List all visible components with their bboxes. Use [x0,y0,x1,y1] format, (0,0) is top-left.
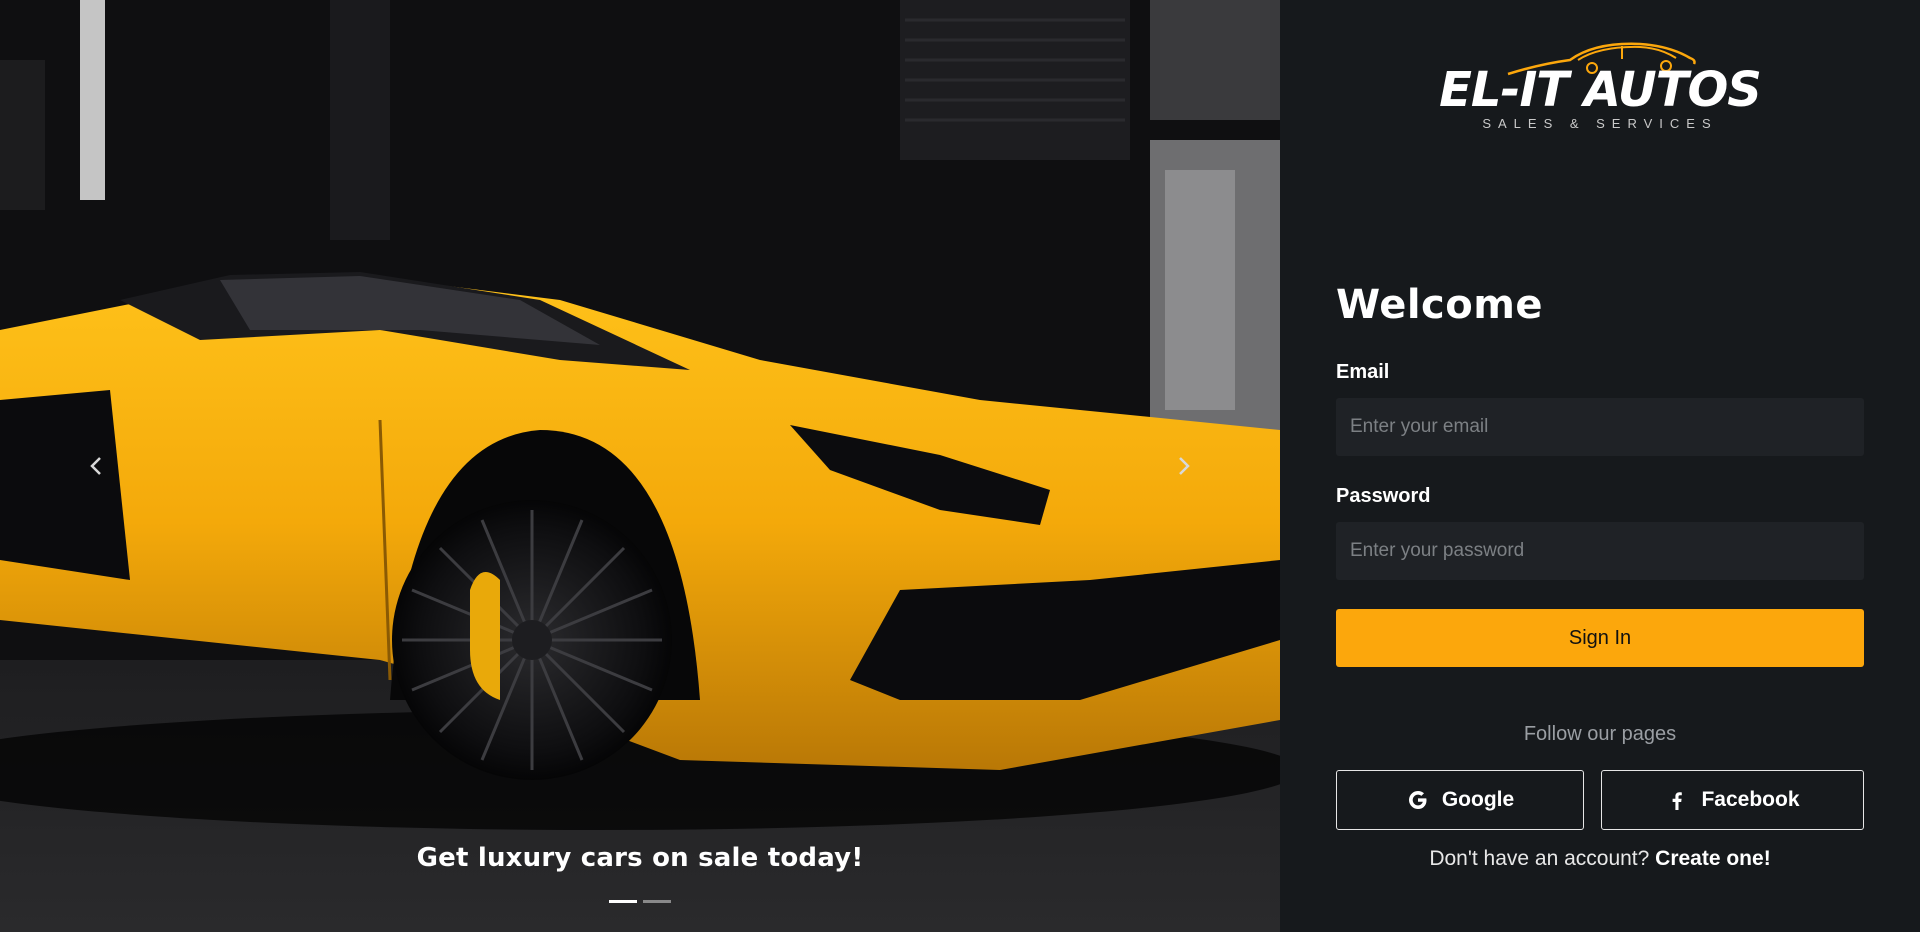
carousel-prev-button[interactable] [82,452,110,480]
email-field[interactable] [1336,398,1864,456]
follow-heading: Follow our pages [1523,723,1677,745]
carousel-caption: Get luxury cars on sale today! [416,843,864,873]
carousel-next-button[interactable] [1170,452,1198,480]
password-field[interactable] [1336,522,1864,580]
create-account-link[interactable]: Create one! [1655,847,1771,870]
login-page: Get luxury cars on sale today! EL-IT AUT… [0,0,1920,932]
google-button-label: Google [1441,788,1515,811]
sign-in-button[interactable]: Sign In [1336,609,1864,667]
signup-prompt: Don't have an account? Create one! [1280,847,1920,871]
brand-name: EL-IT AUTOS [1439,62,1762,118]
google-button[interactable]: Google [1336,770,1584,830]
email-label: Email [1336,361,1390,383]
hero-carousel: Get luxury cars on sale today! [0,0,1280,932]
carousel-indicator-2[interactable] [643,900,671,903]
carousel-indicator-1[interactable] [609,900,637,903]
facebook-button-label: Facebook [1701,788,1800,811]
chevron-left-icon [90,457,101,475]
signup-prompt-text: Don't have an account? [1429,847,1650,870]
hero-car-image [0,0,1280,932]
facebook-icon [1673,792,1683,810]
brand-tagline: SALES & SERVICES [1482,116,1718,131]
page-title: Welcome [1336,282,1544,328]
login-panel: EL-IT AUTOS SALES & SERVICES Welcome Ema… [1280,0,1920,932]
facebook-button[interactable]: Facebook [1601,770,1864,830]
brand-logo: EL-IT AUTOS SALES & SERVICES [1280,38,1920,131]
carousel-indicators [609,900,671,903]
password-label: Password [1336,485,1431,507]
google-icon [1408,791,1427,809]
chevron-right-icon [1179,457,1190,475]
